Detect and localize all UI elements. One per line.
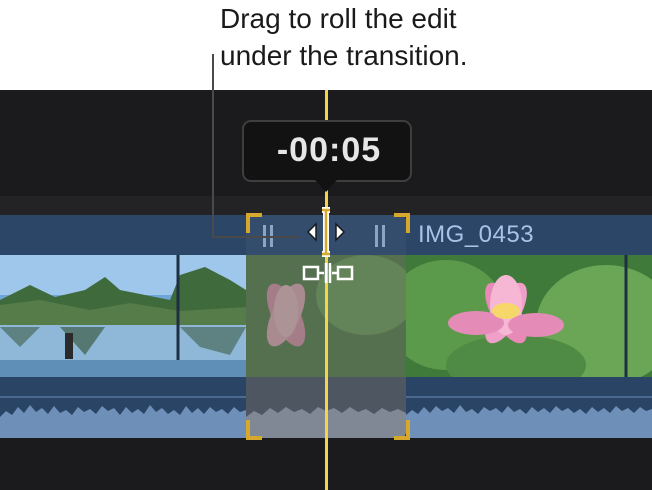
clip-name-label: IMG_0453 <box>418 221 535 248</box>
clip-left-thumbnails <box>0 255 246 377</box>
callout-pointer-line <box>212 236 300 238</box>
timecode-tooltip-pointer <box>315 180 337 192</box>
pause-marker-icon <box>374 225 388 247</box>
clip-left[interactable] <box>0 215 246 438</box>
callout-text: Drag to roll the edit under the transiti… <box>220 0 520 74</box>
selection-bracket-top-left <box>246 213 262 233</box>
callout-line-2: under the transition. <box>220 40 468 71</box>
callout-pointer-line <box>212 54 214 238</box>
timecode-tooltip: -00:05 <box>242 120 412 182</box>
clip-right-thumbnails <box>406 255 652 377</box>
clip-right[interactable]: IMG_0453 <box>406 215 652 438</box>
clip-right-audio-waveform <box>406 377 652 438</box>
clip-left-header <box>0 215 246 255</box>
roll-edit-pointer-icon[interactable] <box>296 206 356 258</box>
selection-bracket-top-right <box>394 213 410 233</box>
clip-right-header: IMG_0453 <box>406 215 652 255</box>
callout-line-1: Drag to roll the edit <box>220 3 457 34</box>
timecode-value: -00:05 <box>276 131 382 169</box>
selection-bracket-bottom-left <box>246 420 262 440</box>
lotus-thumbnail <box>406 255 652 377</box>
landscape-thumbnail <box>0 255 246 377</box>
clip-left-audio-waveform <box>0 377 246 438</box>
trim-handle-icon <box>302 263 354 283</box>
selection-bracket-bottom-right <box>394 420 410 440</box>
